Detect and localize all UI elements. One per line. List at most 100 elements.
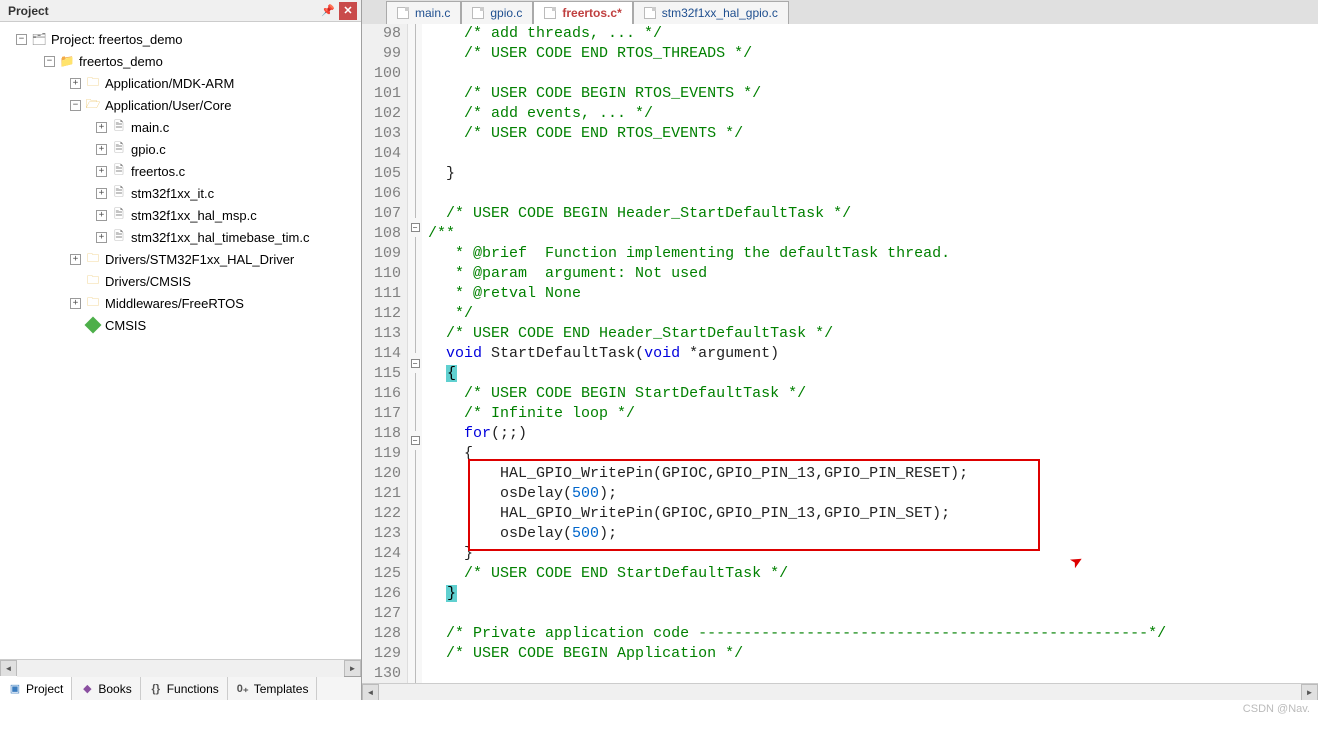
- code-line[interactable]: * @param argument: Not used: [428, 264, 1318, 284]
- code-line[interactable]: /* Infinite loop */: [428, 404, 1318, 424]
- fold-column[interactable]: − − −: [408, 24, 422, 683]
- close-icon[interactable]: ✕: [339, 2, 357, 20]
- folder-freertos-mw[interactable]: + 🗀 Middlewares/FreeRTOS: [4, 292, 357, 314]
- expand-icon[interactable]: +: [96, 188, 107, 199]
- c-file-icon: [472, 7, 484, 19]
- code-line[interactable]: /* USER CODE BEGIN RTOS_EVENTS */: [428, 84, 1318, 104]
- file-tab-hal-gpio[interactable]: stm32f1xx_hal_gpio.c: [633, 1, 789, 24]
- tab-functions[interactable]: {} Functions: [141, 677, 228, 700]
- code-line[interactable]: }: [428, 164, 1318, 184]
- tab-project[interactable]: ▣ Project: [0, 676, 72, 700]
- file-label: main.c: [131, 120, 169, 135]
- cmsis-node[interactable]: CMSIS: [4, 314, 357, 336]
- code-line[interactable]: /* Private application code ------------…: [428, 624, 1318, 644]
- folder-hal-driver[interactable]: + 🗀 Drivers/STM32F1xx_HAL_Driver: [4, 248, 357, 270]
- code-line[interactable]: {: [428, 364, 1318, 384]
- expand-icon[interactable]: +: [96, 210, 107, 221]
- tab-books[interactable]: ◆ Books: [72, 677, 140, 700]
- editor-panel: main.c gpio.c freertos.c* stm32f1xx_hal_…: [362, 0, 1318, 700]
- expand-icon[interactable]: +: [70, 298, 81, 309]
- code-line[interactable]: /* USER CODE END Header_StartDefaultTask…: [428, 324, 1318, 344]
- scroll-right-icon[interactable]: ►: [1301, 684, 1318, 701]
- workspace-icon: 🗂: [31, 31, 47, 47]
- code-editor[interactable]: 9899100101102103104105106107108109110111…: [362, 24, 1318, 683]
- fold-toggle-icon[interactable]: −: [411, 359, 420, 368]
- collapse-icon[interactable]: −: [44, 56, 55, 67]
- scroll-track[interactable]: [379, 684, 1301, 701]
- editor-hscrollbar[interactable]: ◄ ►: [362, 683, 1318, 700]
- project-label: freertos_demo: [79, 54, 163, 69]
- file-tab-gpio[interactable]: gpio.c: [461, 1, 533, 24]
- expand-icon[interactable]: +: [70, 254, 81, 265]
- code-line[interactable]: /* USER CODE BEGIN StartDefaultTask */: [428, 384, 1318, 404]
- file-timebase[interactable]: + 🗎 stm32f1xx_hal_timebase_tim.c: [4, 226, 357, 248]
- file-icon: 🗎: [111, 229, 127, 245]
- expand-icon[interactable]: +: [96, 122, 107, 133]
- collapse-icon[interactable]: −: [16, 34, 27, 45]
- folder-icon: 🗀: [85, 251, 101, 267]
- code-line[interactable]: * @brief Function implementing the defau…: [428, 244, 1318, 264]
- code-line[interactable]: /* add threads, ... */: [428, 24, 1318, 44]
- file-icon: 🗎: [111, 141, 127, 157]
- file-label: stm32f1xx_hal_timebase_tim.c: [131, 230, 309, 245]
- file-msp[interactable]: + 🗎 stm32f1xx_hal_msp.c: [4, 204, 357, 226]
- scroll-track[interactable]: [17, 660, 344, 677]
- workspace-node[interactable]: − 🗂 Project: freertos_demo: [4, 28, 357, 50]
- file-label: freertos.c: [131, 164, 185, 179]
- folder-cmsis-drv[interactable]: 🗀 Drivers/CMSIS: [4, 270, 357, 292]
- expand-icon[interactable]: +: [96, 232, 107, 243]
- folder-app-user[interactable]: − 🗁 Application/User/Core: [4, 94, 357, 116]
- code-line[interactable]: /* add events, ... */: [428, 104, 1318, 124]
- project-tree[interactable]: − 🗂 Project: freertos_demo − 📁 freertos_…: [0, 22, 361, 659]
- folder-icon: 🗀: [85, 75, 101, 91]
- folder-label: Application/User/Core: [105, 98, 231, 113]
- project-panel: Project 📌 ✕ − 🗂 Project: freertos_demo −…: [0, 0, 362, 700]
- file-gpio[interactable]: + 🗎 gpio.c: [4, 138, 357, 160]
- expand-icon[interactable]: +: [96, 144, 107, 155]
- code-line[interactable]: /* USER CODE BEGIN Header_StartDefaultTa…: [428, 204, 1318, 224]
- cmsis-icon: [85, 317, 101, 333]
- collapse-icon[interactable]: −: [70, 100, 81, 111]
- fold-toggle-icon[interactable]: −: [411, 436, 420, 445]
- code-line[interactable]: /* USER CODE END StartDefaultTask */: [428, 564, 1318, 584]
- left-hscrollbar[interactable]: ◄ ►: [0, 659, 361, 676]
- code-line[interactable]: for(;;): [428, 424, 1318, 444]
- pin-icon[interactable]: 📌: [319, 2, 337, 20]
- code-line[interactable]: [428, 664, 1318, 683]
- file-main[interactable]: + 🗎 main.c: [4, 116, 357, 138]
- scroll-right-icon[interactable]: ►: [344, 660, 361, 677]
- code-line[interactable]: void StartDefaultTask(void *argument): [428, 344, 1318, 364]
- tab-label: Templates: [254, 682, 309, 696]
- tab-label: Project: [26, 682, 63, 696]
- folder-label: Drivers/STM32F1xx_HAL_Driver: [105, 252, 294, 267]
- code-line[interactable]: /* USER CODE END RTOS_THREADS */: [428, 44, 1318, 64]
- code-line[interactable]: [428, 604, 1318, 624]
- expand-icon[interactable]: +: [96, 166, 107, 177]
- panel-title: Project: [8, 4, 317, 18]
- line-gutter: 9899100101102103104105106107108109110111…: [362, 24, 408, 683]
- project-node[interactable]: − 📁 freertos_demo: [4, 50, 357, 72]
- code-line[interactable]: * @retval None: [428, 284, 1318, 304]
- tab-templates[interactable]: 0₊ Templates: [228, 677, 318, 700]
- code-line[interactable]: [428, 64, 1318, 84]
- folder-app-mdk[interactable]: + 🗀 Application/MDK-ARM: [4, 72, 357, 94]
- file-freertos[interactable]: + 🗎 freertos.c: [4, 160, 357, 182]
- file-it[interactable]: + 🗎 stm32f1xx_it.c: [4, 182, 357, 204]
- expand-icon[interactable]: +: [70, 78, 81, 89]
- code-line[interactable]: [428, 144, 1318, 164]
- code-line[interactable]: }: [428, 584, 1318, 604]
- scroll-left-icon[interactable]: ◄: [0, 660, 17, 677]
- code-line[interactable]: /* USER CODE BEGIN Application */: [428, 644, 1318, 664]
- code-line[interactable]: */: [428, 304, 1318, 324]
- code-lines[interactable]: ➤ /* add threads, ... */ /* USER CODE EN…: [422, 24, 1318, 683]
- file-icon: 🗎: [111, 163, 127, 179]
- file-tabs: main.c gpio.c freertos.c* stm32f1xx_hal_…: [362, 0, 1318, 24]
- code-line[interactable]: /**: [428, 224, 1318, 244]
- code-line[interactable]: /* USER CODE END RTOS_EVENTS */: [428, 124, 1318, 144]
- tab-label: stm32f1xx_hal_gpio.c: [662, 6, 778, 20]
- fold-toggle-icon[interactable]: −: [411, 223, 420, 232]
- scroll-left-icon[interactable]: ◄: [362, 684, 379, 701]
- file-tab-main[interactable]: main.c: [386, 1, 461, 24]
- code-line[interactable]: [428, 184, 1318, 204]
- file-tab-freertos[interactable]: freertos.c*: [533, 1, 632, 24]
